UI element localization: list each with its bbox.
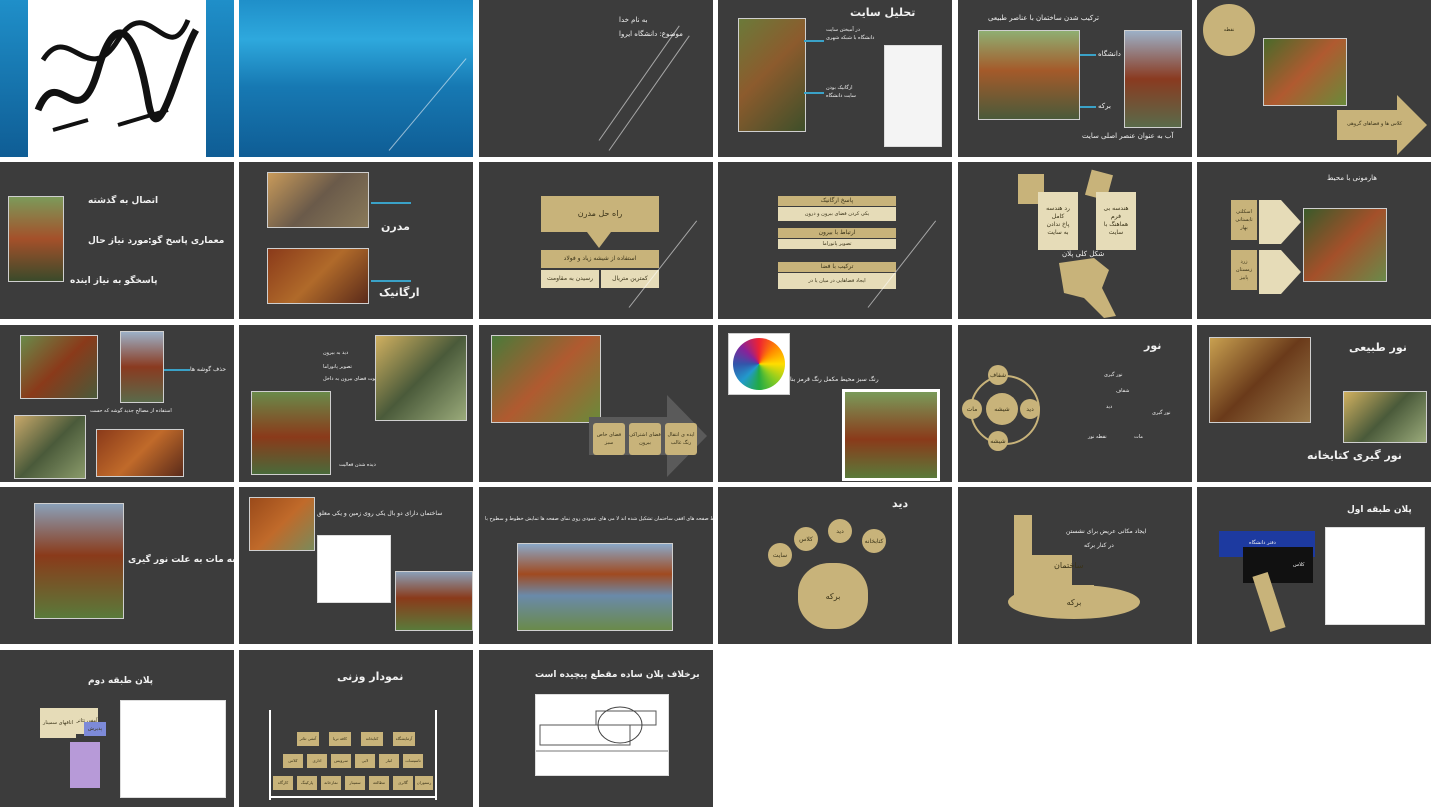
slide-13[interactable]: حذف گوشه ها استفاده از مصالح جدید گوشه ک… xyxy=(0,325,234,482)
site-map xyxy=(884,45,942,147)
plan-shape xyxy=(1054,258,1124,318)
slide-5[interactable]: ترکیب شدن ساختمان با عناصر طبیعی دانشگاه… xyxy=(958,0,1192,157)
calligraphy-image xyxy=(28,0,206,157)
pond-building-photo xyxy=(978,30,1080,120)
slide-20[interactable]: ساختمان دارای دو بال یکی روی زمین و یکی … xyxy=(239,487,473,644)
slide-17[interactable]: نور شفاف مات شیشه دید شیشه نور گیری شفاف… xyxy=(958,325,1192,482)
slide-26[interactable]: نمودار وزنی آمفی تئاتر کافه تریا کتابخان… xyxy=(239,650,473,807)
color-wheel-icon xyxy=(728,333,790,395)
slide-2[interactable] xyxy=(239,0,473,157)
slide-24[interactable]: پلان طبقه اول دفتر دانشگاه کلاس xyxy=(1197,487,1431,644)
slide-3[interactable]: به نام خدا موضوع: دانشگاه ایروا xyxy=(479,0,713,157)
slide-18[interactable]: نور طبیعی نور گیری کتابخانه xyxy=(1197,325,1431,482)
slide-10[interactable]: پاسخ ارگانیک یکی کردن فضای بیرون و درون … xyxy=(718,162,952,319)
slide3-line1: به نام خدا xyxy=(619,16,648,24)
slide-12[interactable]: هارمونی با محیط اسکلتی تابستانی بهار زرد زم… xyxy=(1197,162,1431,319)
slide-6[interactable]: نقطه کلاس ها و فضاهای گروهی xyxy=(1197,0,1431,157)
slide-15[interactable]: فضای خاص سبز فضای اشتراکی بیرون ایده ی ا… xyxy=(479,325,713,482)
slide-22[interactable]: دید سایت کلاس دید کتابخانه برکه xyxy=(718,487,952,644)
second-floor-plan xyxy=(120,700,226,798)
slide-9[interactable]: راه حل مدرن استفاده از شیشه زیاد و فولاد… xyxy=(479,162,713,319)
slide-19[interactable]: شیشه مات به علت نور گیری xyxy=(0,487,234,644)
slide-1[interactable] xyxy=(0,0,234,157)
plan-drawing xyxy=(317,535,391,603)
pie-diagram: نقطه xyxy=(1203,4,1255,56)
slide-8[interactable]: مدرن ارگانیک xyxy=(239,162,473,319)
slide-14[interactable]: دید به بیرون تصویر پانوراما دعوت فضای بی… xyxy=(239,325,473,482)
section-drawing xyxy=(535,694,669,776)
slide-11[interactable]: رد هندسه کامل پاخ ندادن به سایت هندسه بی فرم… xyxy=(958,162,1192,319)
modern-building-photo xyxy=(267,172,369,228)
organic-building-photo xyxy=(267,248,369,304)
building-photo xyxy=(8,196,64,282)
slide4-title: تحلیل سایت xyxy=(850,6,916,19)
building-closeup-photo xyxy=(1124,30,1182,128)
weight-boxes: آمفی تئاتر کافه تریا کتابخانه آزمایشگاه … xyxy=(273,732,433,792)
modern-solution-box: راه حل مدرن xyxy=(541,196,659,232)
slide-4[interactable]: تحلیل سایت در آمیختن سایت دانشگاه با شبک… xyxy=(718,0,952,157)
slide-7[interactable]: اتصال به گذشته معماری پاسخ گو: مورد نیاز… xyxy=(0,162,234,319)
slide-27[interactable]: برخلاف پلان ساده مقطع پیچیده است xyxy=(479,650,713,807)
aerial-photo xyxy=(1263,38,1347,106)
first-floor-plan xyxy=(1325,527,1425,625)
campus-aerial-photo xyxy=(738,18,806,132)
slide-23[interactable]: ساختمان برکه ایجاد مکانی عریض برای نشستن… xyxy=(958,487,1192,644)
slide-16[interactable]: رنگ سبز محیط مکمل رنگ قرمز بنا xyxy=(718,325,952,482)
aerial-photo-2 xyxy=(1303,208,1387,282)
slide-21[interactable]: شیت ها توسط صفحه های افقی ساختمان تشکیل … xyxy=(479,487,713,644)
slide-25[interactable]: پلان طبقه دوم اتاقهای سمینار آمفی تئاتر … xyxy=(0,650,234,807)
